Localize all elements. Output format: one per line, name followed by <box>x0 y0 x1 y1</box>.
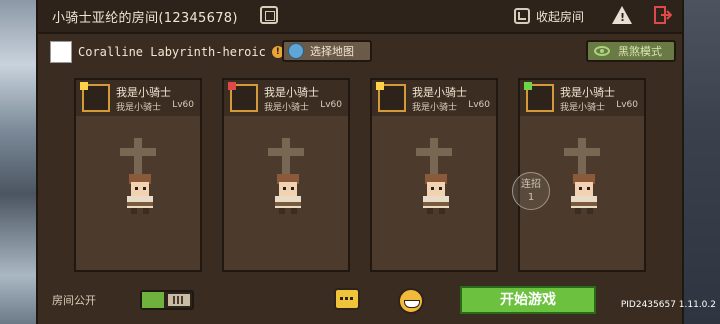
dungeon-name: Coralline Labyrinth-heroic <box>78 45 266 59</box>
combo-count: 1 <box>527 192 535 203</box>
knight-sprite <box>275 174 301 214</box>
select-map-label: 选择地图 <box>310 45 354 58</box>
toggle-grip-icon <box>168 294 190 306</box>
combo-indicator[interactable]: 连招 1 <box>512 172 550 210</box>
warning-icon[interactable]: ! <box>612 6 632 24</box>
player-badge-icon <box>80 82 88 90</box>
player-header: 我是小骑士 我是小骑士 Lv60 <box>520 80 644 116</box>
player-slot[interactable]: 我是小骑士 我是小骑士 Lv60 <box>222 78 350 272</box>
player-badge-icon <box>228 82 236 90</box>
select-map-button[interactable]: 选择地图 <box>282 40 372 62</box>
map-icon <box>288 43 304 59</box>
collapse-room-button[interactable]: 收起房间 <box>514 6 584 26</box>
knight-sprite <box>127 174 153 214</box>
player-level: Lv60 <box>320 100 342 110</box>
background-right <box>680 0 720 324</box>
exit-icon[interactable] <box>654 6 672 24</box>
player-badge-icon <box>376 82 384 90</box>
player-header: 我是小骑士 我是小骑士 Lv60 <box>372 80 496 116</box>
dark-mode-label: 黑煞模式 <box>618 45 662 58</box>
start-game-button[interactable]: 开始游戏 <box>460 286 596 314</box>
player-level: Lv60 <box>172 100 194 110</box>
room-panel: 小骑士亚纶的房间(12345678) 收起房间 ! Coralline Laby… <box>36 0 716 324</box>
room-topbar: 小骑士亚纶的房间(12345678) 收起房间 ! <box>38 0 682 34</box>
collapse-label: 收起房间 <box>536 9 585 24</box>
player-name: 我是小骑士 <box>412 86 467 99</box>
dark-mode-button[interactable]: 黑煞模式 <box>586 40 676 62</box>
player-subname: 我是小骑士 <box>560 103 606 113</box>
knight-sprite <box>571 174 597 214</box>
copy-icon[interactable] <box>260 6 278 24</box>
player-name: 我是小骑士 <box>116 86 171 99</box>
emoji-icon[interactable] <box>398 288 424 314</box>
collapse-icon <box>514 8 530 24</box>
combo-label: 连招 <box>521 179 541 190</box>
background-left <box>0 0 40 324</box>
bottom-bar: 房间公开 开始游戏 PID2435657 1.11.0.2 <box>38 284 716 324</box>
knight-sprite <box>423 174 449 214</box>
room-public-toggle[interactable] <box>140 290 194 310</box>
player-level: Lv60 <box>616 100 638 110</box>
player-header: 我是小骑士 我是小骑士 Lv60 <box>224 80 348 116</box>
player-slot[interactable]: 我是小骑士 我是小骑士 Lv60 <box>74 78 202 272</box>
player-level: Lv60 <box>468 100 490 110</box>
player-subname: 我是小骑士 <box>116 103 162 113</box>
version-text: PID2435657 1.11.0.2 <box>620 300 716 310</box>
chat-icon[interactable] <box>334 288 360 310</box>
dungeon-info: Coralline Labyrinth-heroic ! <box>50 40 284 64</box>
player-name: 我是小骑士 <box>560 86 615 99</box>
dungeon-icon <box>50 41 72 63</box>
player-subname: 我是小骑士 <box>264 103 310 113</box>
player-header: 我是小骑士 我是小骑士 Lv60 <box>76 80 200 116</box>
player-subname: 我是小骑士 <box>412 103 458 113</box>
toggle-on-indicator <box>142 292 164 308</box>
room-public-label: 房间公开 <box>52 294 96 307</box>
player-slot[interactable]: 我是小骑士 我是小骑士 Lv60 <box>370 78 498 272</box>
player-badge-icon <box>524 82 532 90</box>
eye-icon <box>594 46 610 56</box>
room-title: 小骑士亚纶的房间(12345678) <box>52 11 238 26</box>
player-name: 我是小骑士 <box>264 86 319 99</box>
